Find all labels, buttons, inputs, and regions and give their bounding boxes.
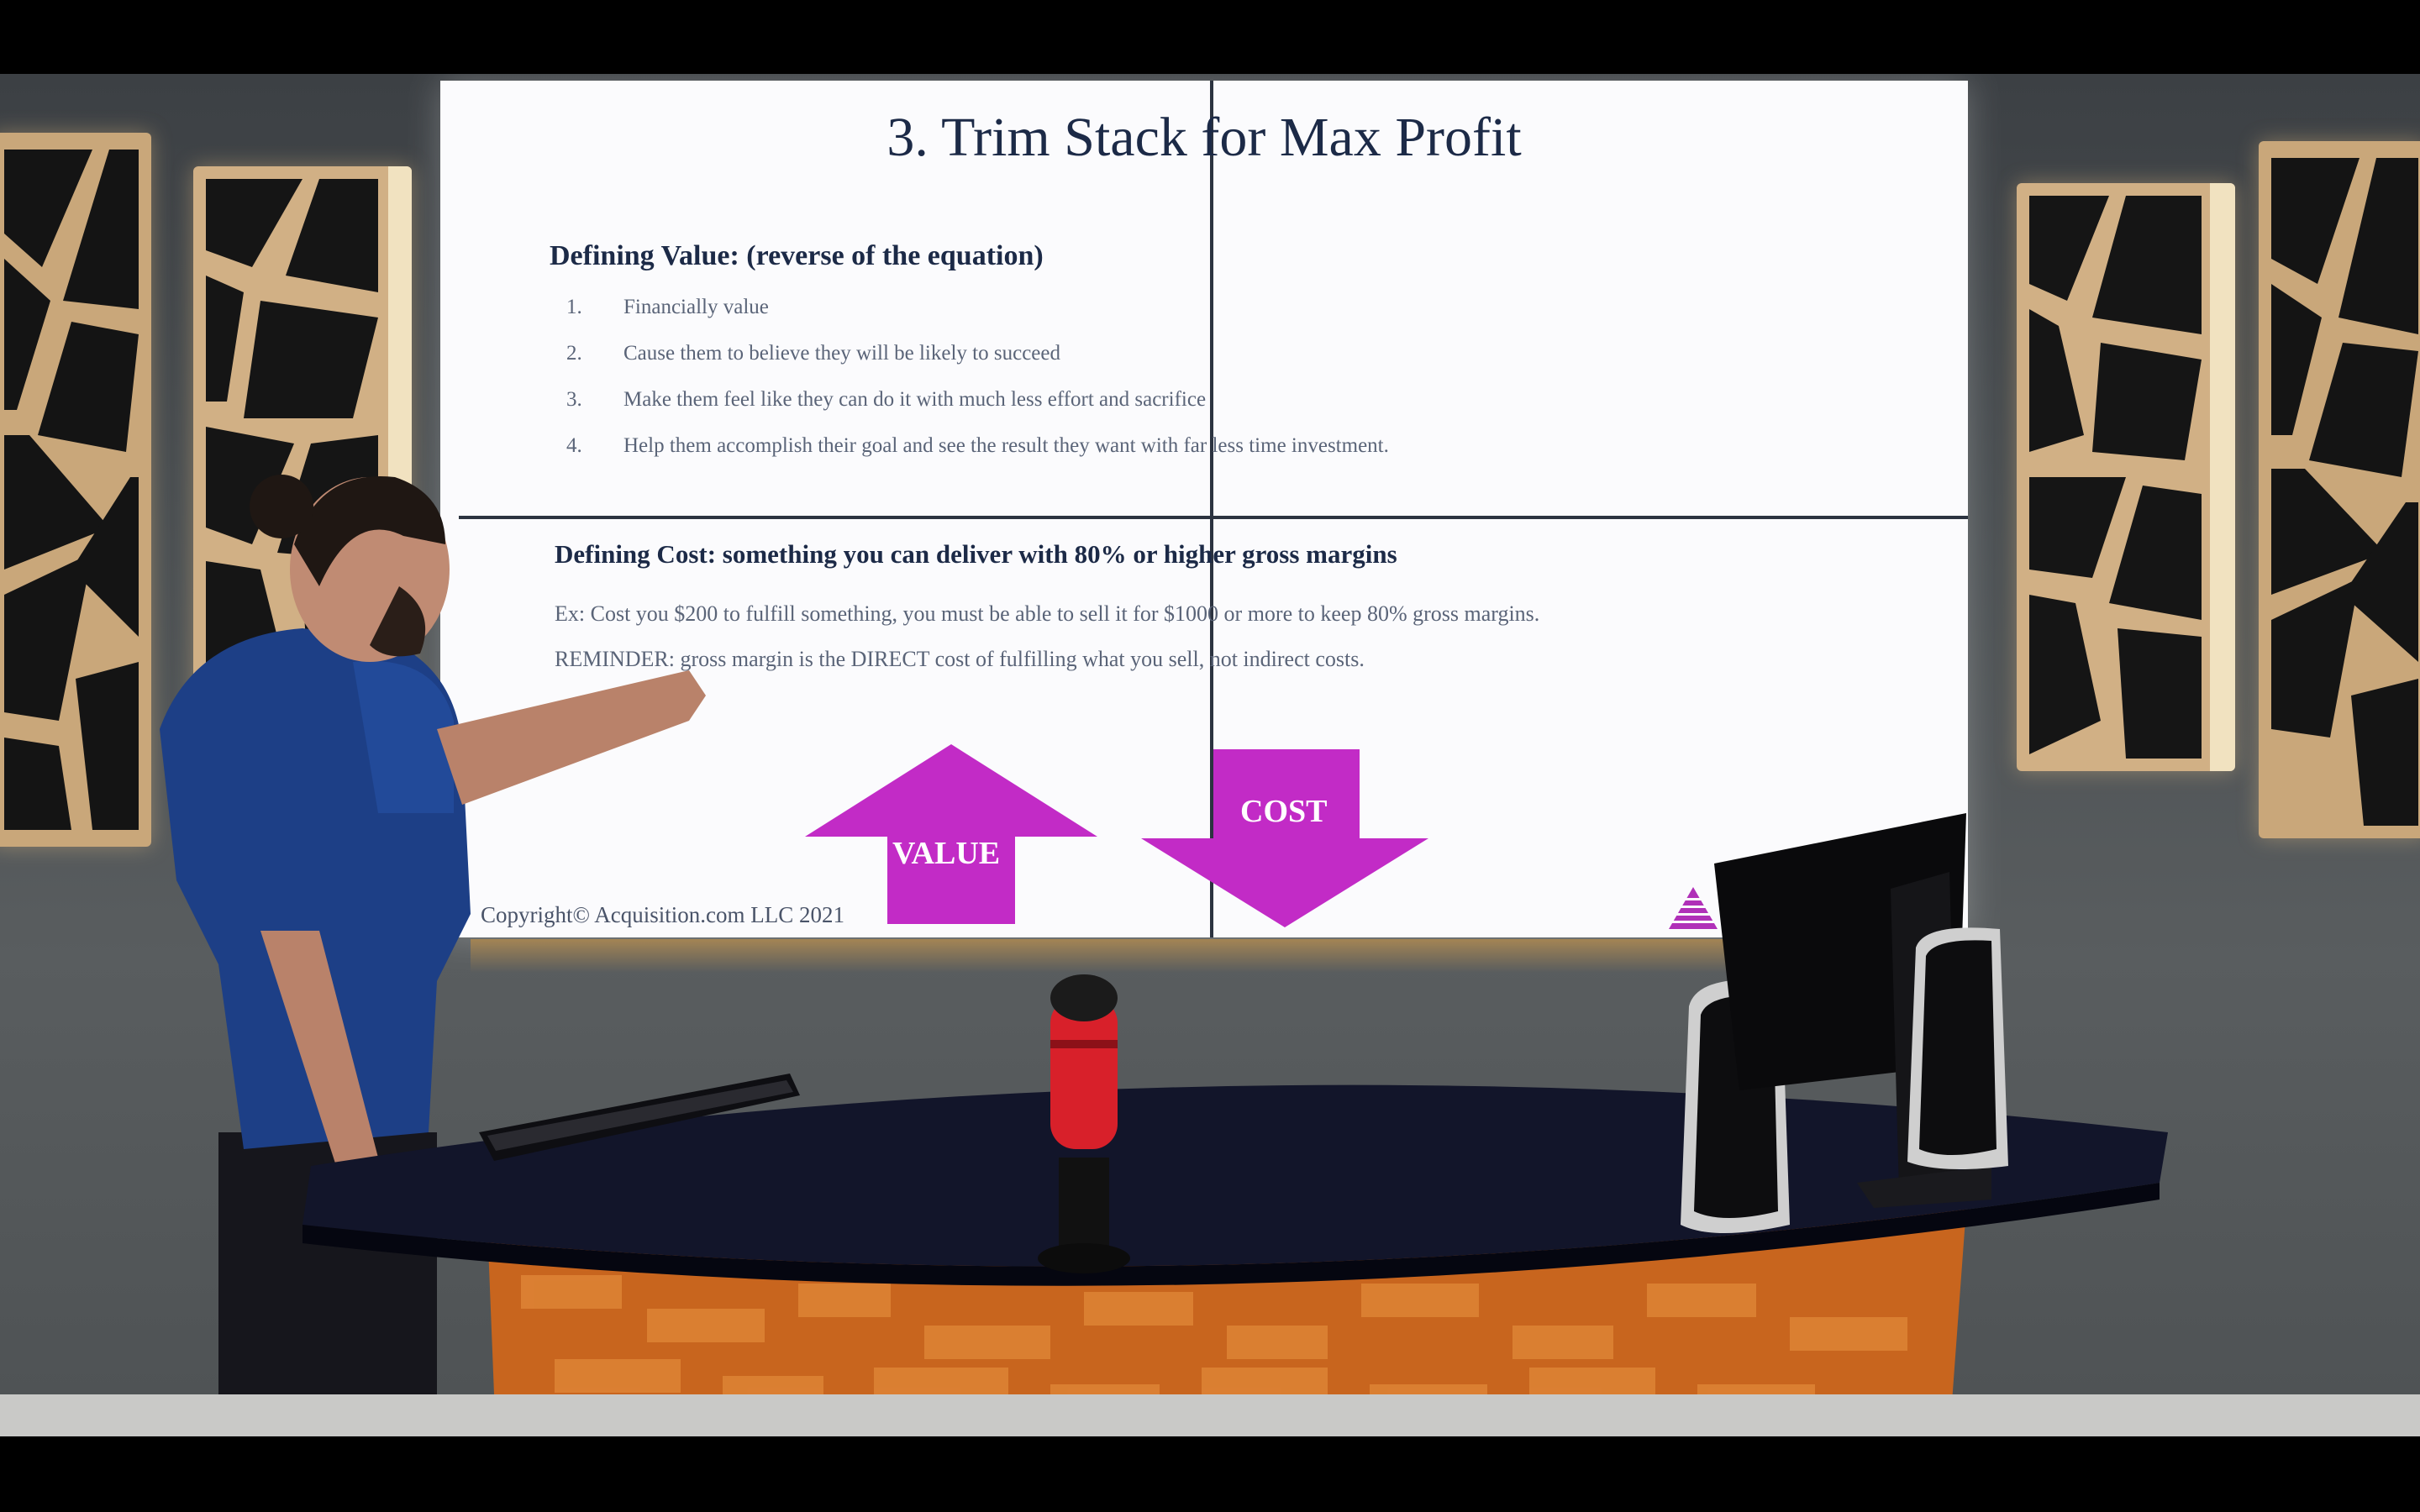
value-heading: Defining Value: (reverse of the equation…: [550, 240, 1044, 271]
list-item: 3. Make them feel like they can do it wit…: [566, 388, 1389, 434]
wall-panel-right: [2017, 183, 2235, 771]
microphone-icon: [1038, 974, 1130, 1273]
slide-title: 3. Trim Stack for Max Profit: [886, 107, 1522, 168]
list-text: Financially value: [623, 296, 769, 318]
studio-scene: 3. Trim Stack for Max Profit Defining Va…: [0, 74, 2420, 1436]
list-number: 3.: [566, 388, 582, 411]
value-up-arrow-icon: [805, 744, 1097, 924]
list-item: 2. Cause them to believe they will be lik…: [566, 342, 1389, 388]
cost-example: Ex: Cost you $200 to fulfill something, …: [555, 601, 1540, 671]
cost-down-arrow-icon: [1141, 749, 1428, 927]
list-text: Cause them to believe they will be likel…: [623, 342, 1060, 365]
value-arrow-label: VALUE: [892, 836, 1001, 871]
list-number: 2.: [566, 342, 582, 365]
floor-trim: [0, 1394, 2420, 1436]
speaker-right: [1907, 927, 2008, 1169]
list-number: 1.: [566, 296, 582, 318]
list-text: Help them accomplish their goal and see …: [623, 434, 1389, 457]
wall-panel-far-right: [2259, 141, 2420, 838]
list-text: Make them feel like they can do it with …: [623, 388, 1207, 411]
cost-arrow-label: COST: [1240, 794, 1328, 829]
keyboard: [479, 1074, 800, 1161]
list-item: 1. Financially value: [566, 296, 1389, 342]
